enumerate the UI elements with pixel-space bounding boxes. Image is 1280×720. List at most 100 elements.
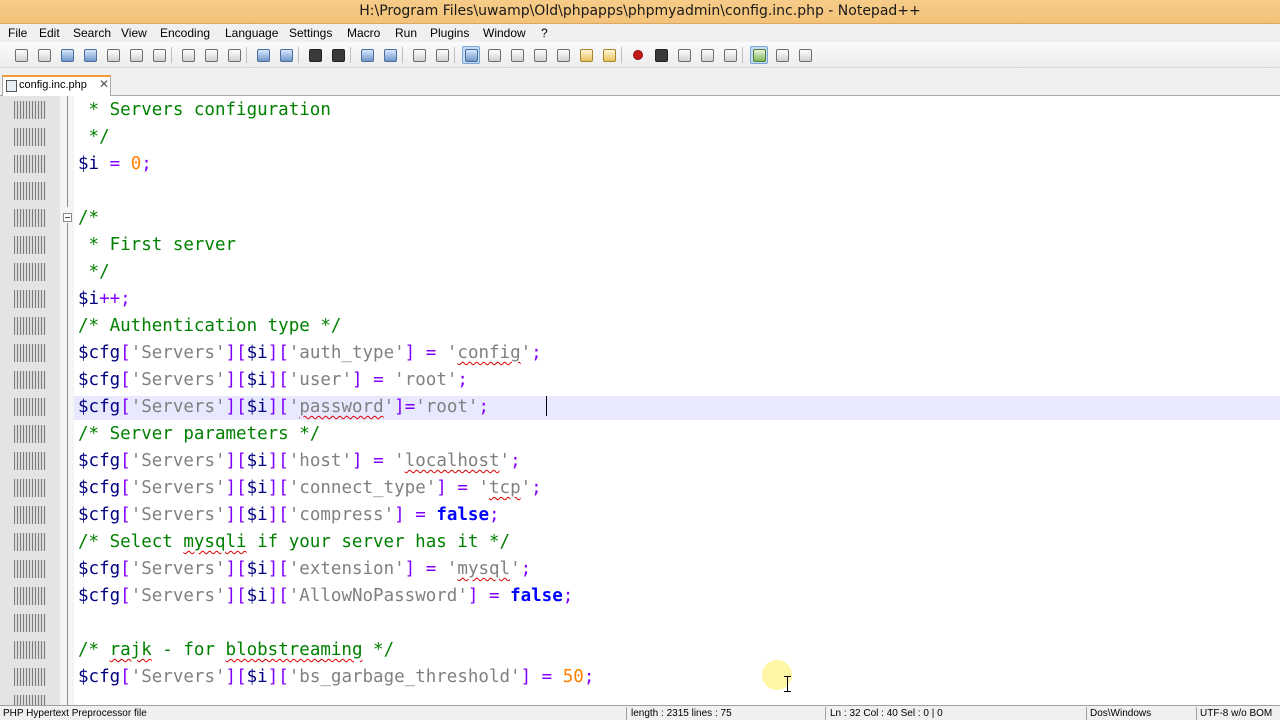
code-line[interactable]: * First server bbox=[78, 232, 237, 259]
toolbar-separator bbox=[402, 47, 403, 63]
cut-icon[interactable] bbox=[179, 46, 197, 64]
code-line[interactable]: * Servers configuration bbox=[78, 97, 331, 124]
record-macro-icon-glyph bbox=[633, 50, 643, 60]
menu-file[interactable]: File bbox=[8, 26, 27, 40]
code-line[interactable]: $i++; bbox=[78, 286, 131, 313]
sync-horizontal-icon[interactable] bbox=[433, 46, 451, 64]
code-token: ; bbox=[478, 397, 489, 417]
code-token: = bbox=[415, 505, 426, 525]
undo-icon[interactable] bbox=[254, 46, 272, 64]
code-token: ][ bbox=[267, 343, 289, 363]
user-lang-icon[interactable] bbox=[531, 46, 549, 64]
play-macro-icon[interactable] bbox=[675, 46, 693, 64]
folder-workspace-icon[interactable] bbox=[600, 46, 618, 64]
code-token: tcp bbox=[489, 478, 521, 498]
zoom-in-icon[interactable] bbox=[358, 46, 376, 64]
code-token: ][ bbox=[267, 451, 289, 471]
code-line[interactable]: /* Select mysqli if your server has it *… bbox=[78, 529, 510, 556]
code-line[interactable]: $i = 0; bbox=[78, 151, 152, 178]
code-line[interactable]: $cfg['Servers'][$i]['password']='root'; bbox=[78, 394, 547, 421]
save-macro-icon[interactable] bbox=[721, 46, 739, 64]
sync-vertical-icon-glyph bbox=[412, 48, 426, 62]
code-token: = bbox=[457, 478, 468, 498]
code-token: ] bbox=[351, 451, 363, 471]
menu-view[interactable]: View bbox=[121, 26, 147, 40]
spell-next-icon[interactable] bbox=[773, 46, 791, 64]
code-line[interactable]: $cfg['Servers'][$i]['extension'] = 'mysq… bbox=[78, 556, 531, 583]
close-icon[interactable] bbox=[104, 46, 122, 64]
user-lang-icon-glyph bbox=[533, 48, 547, 62]
record-macro-icon[interactable] bbox=[629, 46, 647, 64]
code-line[interactable]: $cfg['Servers'][$i]['connect_type'] = 't… bbox=[78, 475, 542, 502]
tab-config-inc-php[interactable]: config.inc.php ✕ bbox=[2, 75, 111, 96]
code-token: ][ bbox=[267, 586, 289, 606]
code-line[interactable]: /* Server parameters */ bbox=[78, 421, 320, 448]
line-number bbox=[14, 479, 46, 497]
editor[interactable]: * Servers configuration */ $i = 0; /* * Fi… bbox=[0, 96, 1280, 705]
menu-encoding[interactable]: Encoding bbox=[160, 26, 210, 40]
open-icon[interactable] bbox=[35, 46, 53, 64]
code-token: $cfg bbox=[78, 586, 121, 606]
menu-window[interactable]: Window bbox=[483, 26, 526, 40]
save-all-icon[interactable] bbox=[81, 46, 99, 64]
close-icon-glyph bbox=[106, 48, 120, 62]
code-line[interactable]: */ bbox=[78, 259, 110, 286]
code-token: ' bbox=[499, 451, 511, 471]
zoom-out-icon[interactable] bbox=[381, 46, 399, 64]
print-icon[interactable] bbox=[150, 46, 168, 64]
menu-bar: File Edit Search View Encoding Language … bbox=[0, 24, 1280, 42]
tab-close-icon[interactable]: ✕ bbox=[99, 77, 109, 91]
code-token: localhost bbox=[404, 451, 500, 471]
sync-vertical-icon[interactable] bbox=[410, 46, 428, 64]
close-all-icon[interactable] bbox=[127, 46, 145, 64]
menu-edit[interactable]: Edit bbox=[39, 26, 60, 40]
code-line[interactable]: $cfg['Servers'][$i]['user'] = 'root'; bbox=[78, 367, 468, 394]
menu-macro[interactable]: Macro bbox=[347, 26, 380, 40]
spell-settings-icon[interactable] bbox=[796, 46, 814, 64]
menu-settings[interactable]: Settings bbox=[289, 26, 332, 40]
code-token: blobstreaming bbox=[225, 640, 363, 660]
fold-toggle-icon[interactable] bbox=[63, 213, 72, 222]
word-wrap-icon[interactable] bbox=[462, 46, 480, 64]
line-number bbox=[14, 344, 46, 362]
code-line[interactable]: $cfg['Servers'][$i]['auth_type'] = 'conf… bbox=[78, 340, 542, 367]
menu-search[interactable]: Search bbox=[73, 26, 111, 40]
word-wrap-icon-glyph bbox=[464, 48, 478, 62]
code-line[interactable]: /* rajk - for blobstreaming */ bbox=[78, 637, 394, 664]
code-line[interactable]: /* bbox=[78, 205, 99, 232]
find-icon[interactable] bbox=[306, 46, 324, 64]
copy-icon[interactable] bbox=[202, 46, 220, 64]
show-all-chars-icon[interactable] bbox=[485, 46, 503, 64]
save-icon[interactable] bbox=[58, 46, 76, 64]
paste-icon[interactable] bbox=[225, 46, 243, 64]
doc-map-icon[interactable] bbox=[554, 46, 572, 64]
spell-check-icon[interactable] bbox=[750, 46, 768, 64]
stop-macro-icon[interactable] bbox=[652, 46, 670, 64]
cut-icon-glyph bbox=[181, 48, 195, 62]
line-number bbox=[14, 560, 46, 578]
indent-guide-icon[interactable] bbox=[508, 46, 526, 64]
code-line[interactable]: $cfg['Servers'][$i]['AllowNoPassword'] =… bbox=[78, 583, 573, 610]
code-token: $cfg bbox=[78, 478, 121, 498]
code-line[interactable]: $cfg['Servers'][$i]['host'] = 'localhost… bbox=[78, 448, 521, 475]
code-token: 'host' bbox=[288, 451, 352, 471]
menu-language[interactable]: Language bbox=[225, 26, 278, 40]
menu-help[interactable]: ? bbox=[541, 26, 548, 40]
new-icon[interactable] bbox=[12, 46, 30, 64]
menu-plugins[interactable]: Plugins bbox=[430, 26, 469, 40]
code-line[interactable]: $cfg['Servers'][$i]['bs_garbage_threshol… bbox=[78, 664, 594, 691]
code-line[interactable]: $cfg['Servers'][$i]['compress'] = false; bbox=[78, 502, 500, 529]
run-macro-multiple-icon[interactable] bbox=[698, 46, 716, 64]
fold-guide-line bbox=[67, 223, 68, 705]
function-list-icon[interactable] bbox=[577, 46, 595, 64]
redo-icon[interactable] bbox=[277, 46, 295, 64]
code-token: ; bbox=[141, 154, 152, 174]
menu-run[interactable]: Run bbox=[395, 26, 417, 40]
spell-settings-icon-glyph bbox=[798, 48, 812, 62]
code-line[interactable]: */ bbox=[78, 124, 110, 151]
code-line[interactable]: /* Authentication type */ bbox=[78, 313, 341, 340]
replace-icon[interactable] bbox=[329, 46, 347, 64]
